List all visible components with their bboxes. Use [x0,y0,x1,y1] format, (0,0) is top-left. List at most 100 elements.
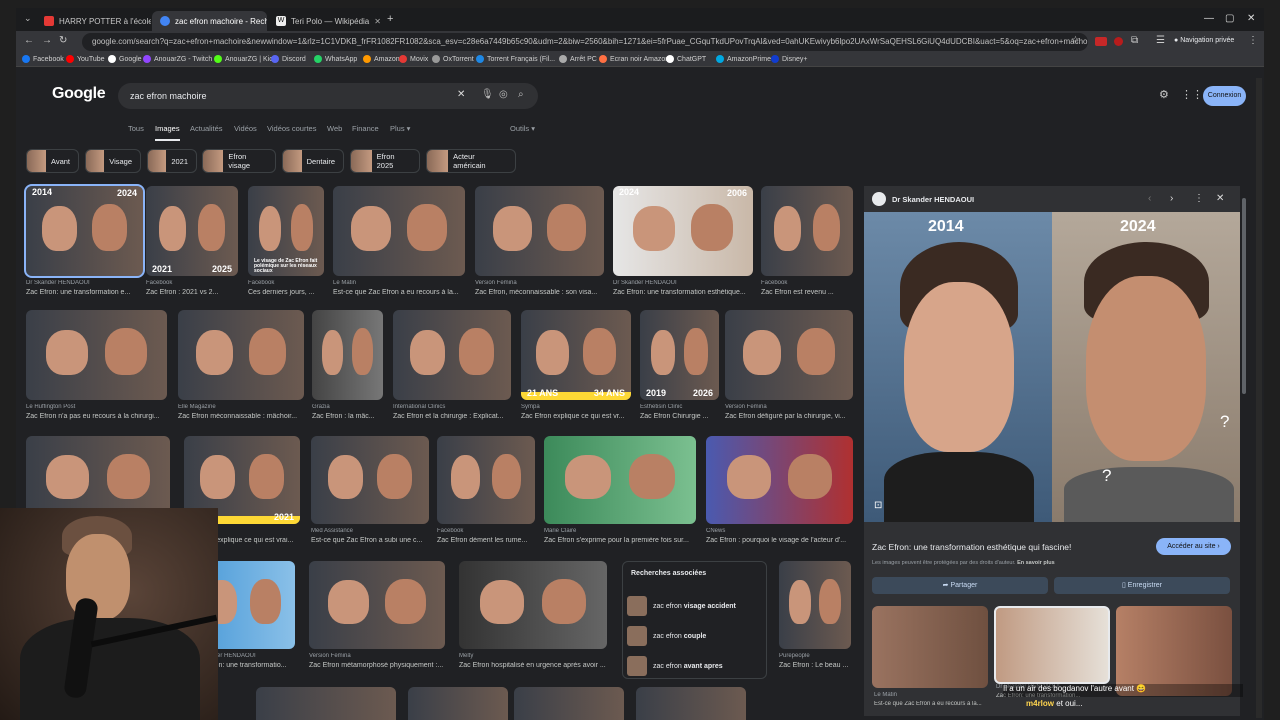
image-result[interactable]: 2014 2024 [24,184,145,278]
filter-chip[interactable]: Avant [26,149,79,173]
bookmark-item[interactable]: Google [108,55,142,63]
filter-chip[interactable]: Visage [85,149,141,173]
share-button[interactable]: ➦ Partager [872,577,1048,594]
image-result[interactable]: Le visage de Zac Efron fait polémique su… [248,186,324,276]
similar-image[interactable] [872,606,988,688]
panel-title[interactable]: Zac Efron: une transformation esthétique… [872,542,1152,552]
menu-kebab-icon[interactable]: ⋮ [1248,35,1258,46]
result-caption[interactable]: Zac Efron explique ce qui est vr... [521,413,631,420]
result-caption[interactable]: Zac Efron : pourquoi le visage de l'acte… [706,537,853,544]
bookmark-item[interactable]: Arrêt PC [559,55,597,63]
result-caption[interactable]: Zac Efron n'a pas eu recours à la chirur… [26,413,167,420]
tab-images[interactable]: Images [155,124,180,133]
image-result[interactable] [311,436,429,524]
related-item[interactable]: zac efron avant apres [627,656,723,676]
result-caption[interactable]: Est-ce que Zac Efron a subi une c... [311,537,429,544]
connexion-button[interactable]: Connexion [1203,86,1246,106]
result-caption[interactable]: Zac Efron Chirurgie ... [640,413,719,420]
image-result[interactable]: 2019 2026 [640,310,719,400]
result-caption[interactable]: Ces derniers jours, ... [248,289,324,296]
bookmark-item[interactable]: Disney+ [771,55,807,63]
media-icon[interactable]: ☰ [1156,35,1165,46]
filter-chip[interactable]: Efron visage [202,149,276,173]
search-icon[interactable]: ⌕ [518,89,524,100]
next-icon[interactable]: › [1170,193,1173,204]
maximize-icon[interactable]: ▢ [1225,13,1234,24]
image-result[interactable] [312,310,383,400]
result-caption[interactable]: Zac Efron hospitalisé en urgence après a… [459,662,607,669]
bookmark-item[interactable]: AnouarZG - Twitch [143,55,212,63]
similar-caption[interactable]: Est-ce que Zac Efron a eu recours à la..… [874,701,984,707]
image-result[interactable] [333,186,465,276]
new-tab-button[interactable]: + [387,13,393,25]
result-caption[interactable]: Zac Efron est revenu ... [761,289,853,296]
extension-icon-2[interactable] [1114,37,1123,46]
bookmark-item[interactable]: Movix [399,55,428,63]
page-scrollbar[interactable] [1256,78,1262,718]
bookmark-item[interactable]: Discord [271,55,306,63]
panel-scrollbar[interactable] [1242,198,1246,394]
bookmark-item[interactable]: OxTorrent [432,55,474,63]
result-caption[interactable]: Zac Efron: une transformation e... [26,289,143,296]
bookmark-item[interactable]: Facebook [22,55,64,63]
image-result[interactable] [725,310,853,400]
tab-wikipedia[interactable]: W Teri Polo — Wikipédia ✕ [268,11,383,31]
more-options-icon[interactable]: ⋮ [1194,193,1204,204]
result-caption[interactable]: Zac Efron : Le beau ... [779,662,851,669]
bookmark-item[interactable]: ChatGPT [666,55,706,63]
tools-button[interactable]: Outils ▾ [510,124,535,133]
result-caption[interactable]: Zac Efron : 2021 vs 2... [146,289,238,296]
image-result[interactable] [408,687,508,720]
back-icon[interactable]: ← [24,35,34,46]
minimize-icon[interactable]: — [1204,13,1214,24]
tab-news[interactable]: Actualités [190,124,223,133]
image-result[interactable] [178,310,304,400]
bookmark-item[interactable]: Amazon [363,55,400,63]
image-result[interactable] [437,436,535,524]
clear-search-icon[interactable]: ✕ [457,89,465,100]
result-caption[interactable]: Est-ce que Zac Efron a eu recours à la..… [333,289,465,296]
address-bar[interactable]: google.com/search?q=zac+efron+machoire&n… [82,33,1088,51]
search-input[interactable]: zac efron machoire [118,83,538,109]
apps-grid-icon[interactable]: ⋮⋮ [1181,88,1203,101]
related-item[interactable]: zac efron visage accident [627,596,736,616]
result-caption[interactable]: Zac Efron: une transformation esthétique… [613,289,753,296]
close-panel-icon[interactable]: ✕ [1216,193,1224,204]
visit-site-button[interactable]: Accéder au site › [1156,538,1231,555]
bookmark-item[interactable]: Ecran noir Amazon [599,55,669,63]
image-result[interactable] [544,436,696,524]
extensions-puzzle-icon[interactable]: ⧉ [1131,35,1138,46]
similar-image[interactable] [994,606,1110,684]
close-tab-icon[interactable]: ✕ [374,17,381,26]
preview-image[interactable]: 2014 2024 ? ? ⊡ [864,212,1240,522]
extension-icon[interactable] [1095,37,1107,46]
bookmark-item[interactable]: YouTube [66,55,105,63]
tab-finance[interactable]: Finance [352,124,379,133]
result-caption[interactable]: Zac Efron : la mâc... [312,413,383,420]
image-result[interactable]: 2024 2006 [613,186,753,276]
image-result[interactable] [636,687,746,720]
reload-icon[interactable]: ↻ [59,35,67,46]
tab-short-videos[interactable]: Vidéos courtes [267,124,316,133]
bookmark-item[interactable]: Torrent Français (Fil... [476,55,555,63]
bookmark-star-icon[interactable]: ☆ [1071,35,1080,46]
forward-icon[interactable]: → [42,35,52,46]
tab-more[interactable]: Plus ▾ [390,124,410,133]
filter-chip[interactable]: 2021 [147,149,197,173]
panel-source[interactable]: Dr Skander HENDAOUI [892,195,974,204]
learn-more-link[interactable]: En savoir plus [1017,560,1055,566]
bookmark-item[interactable]: AmazonPrime [716,55,771,63]
image-result[interactable] [26,310,167,400]
image-result[interactable] [256,687,396,720]
filter-chip[interactable]: Efron 2025 [350,149,420,173]
tab-harry-potter[interactable]: HARRY POTTER à l'école des s✕ [36,11,151,31]
image-result[interactable] [309,561,445,649]
microphone-icon[interactable]: 🎙 [481,89,494,100]
result-caption[interactable]: Zac Efron et la chirurgie : Explicat... [393,413,511,420]
previous-icon[interactable]: ‹ [1148,193,1151,204]
result-caption[interactable]: Zac Efron méconnaissable : mâchoir... [178,413,304,420]
lens-icon[interactable]: ◎ [499,89,508,100]
tab-all[interactable]: Tous [128,124,144,133]
google-logo[interactable]: Google [52,85,106,103]
result-caption[interactable]: Zac Efron s'exprime pour la première foi… [544,537,696,544]
